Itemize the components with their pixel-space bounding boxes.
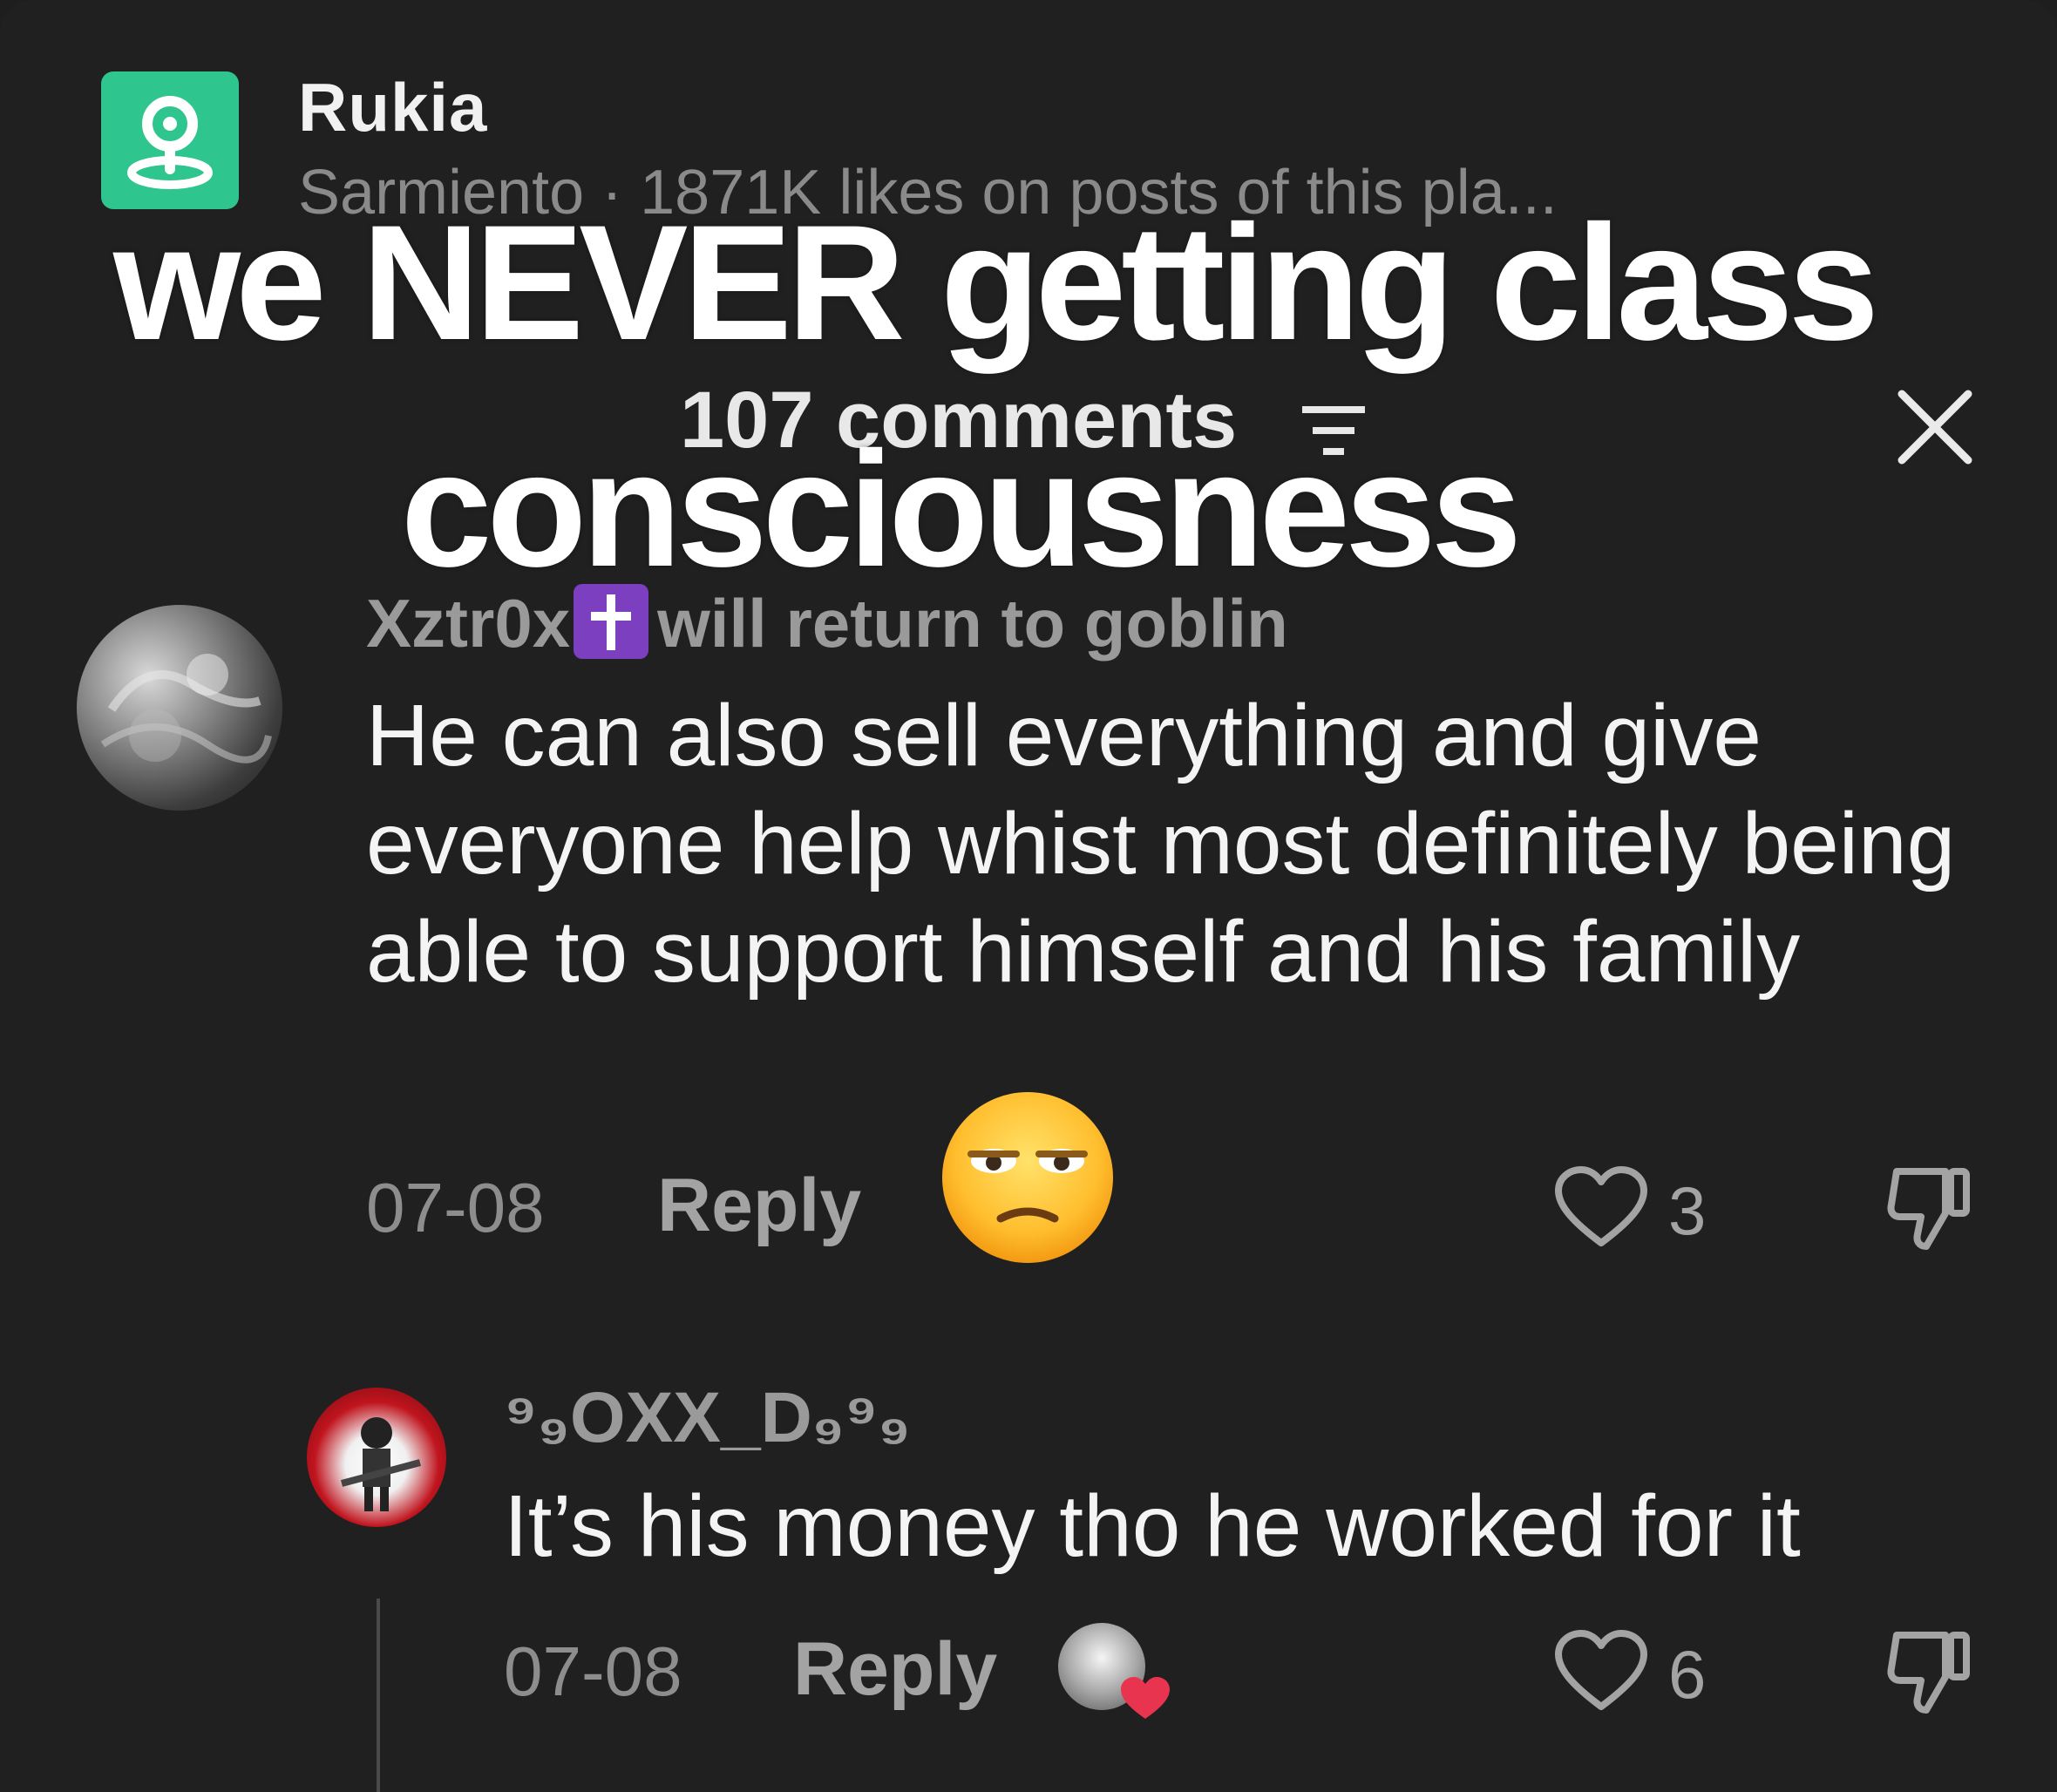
thumbs-down-icon[interactable]	[1881, 1159, 1977, 1259]
avatar-icon[interactable]	[77, 605, 282, 811]
location-pin-icon	[101, 71, 239, 209]
comment-text: He can also sell everything and give eve…	[366, 687, 1956, 1001]
like-count: 3	[1668, 1172, 1707, 1249]
overlay-caption-line-1: we NEVER getting class	[112, 191, 1879, 374]
thread-line	[377, 1599, 380, 1792]
reply-button[interactable]: Reply	[657, 1163, 861, 1249]
comment-username[interactable]: ⁹₉OXX_D₉⁹₉	[504, 1377, 911, 1459]
reply-button[interactable]: Reply	[793, 1626, 997, 1713]
reaction-emoji	[940, 1089, 1116, 1266]
creator-liked-heart-icon	[1119, 1675, 1171, 1727]
creator-avatar	[1058, 1623, 1170, 1719]
comments-sheet: Rukia Sarmiento · 1871K likes on posts o…	[0, 0, 2057, 1792]
place-title: Rukia	[298, 69, 488, 146]
heart-icon[interactable]	[1553, 1630, 1649, 1718]
comment-date: 07-08	[366, 1169, 545, 1246]
thumbs-down-icon[interactable]	[1881, 1623, 1977, 1723]
avatar-icon[interactable]	[307, 1388, 446, 1527]
comment-meta: 07-08 Reply 3	[366, 1159, 2005, 1255]
comment-text: It’s his money tho he worked for it	[504, 1477, 1801, 1575]
overlay-caption-line-2: consciousness	[400, 417, 1522, 601]
comment-date: 07-08	[504, 1632, 682, 1710]
heart-icon[interactable]	[1553, 1166, 1649, 1254]
like-count: 6	[1668, 1636, 1707, 1713]
comment-meta: 07-08 Reply 6	[504, 1623, 2005, 1719]
